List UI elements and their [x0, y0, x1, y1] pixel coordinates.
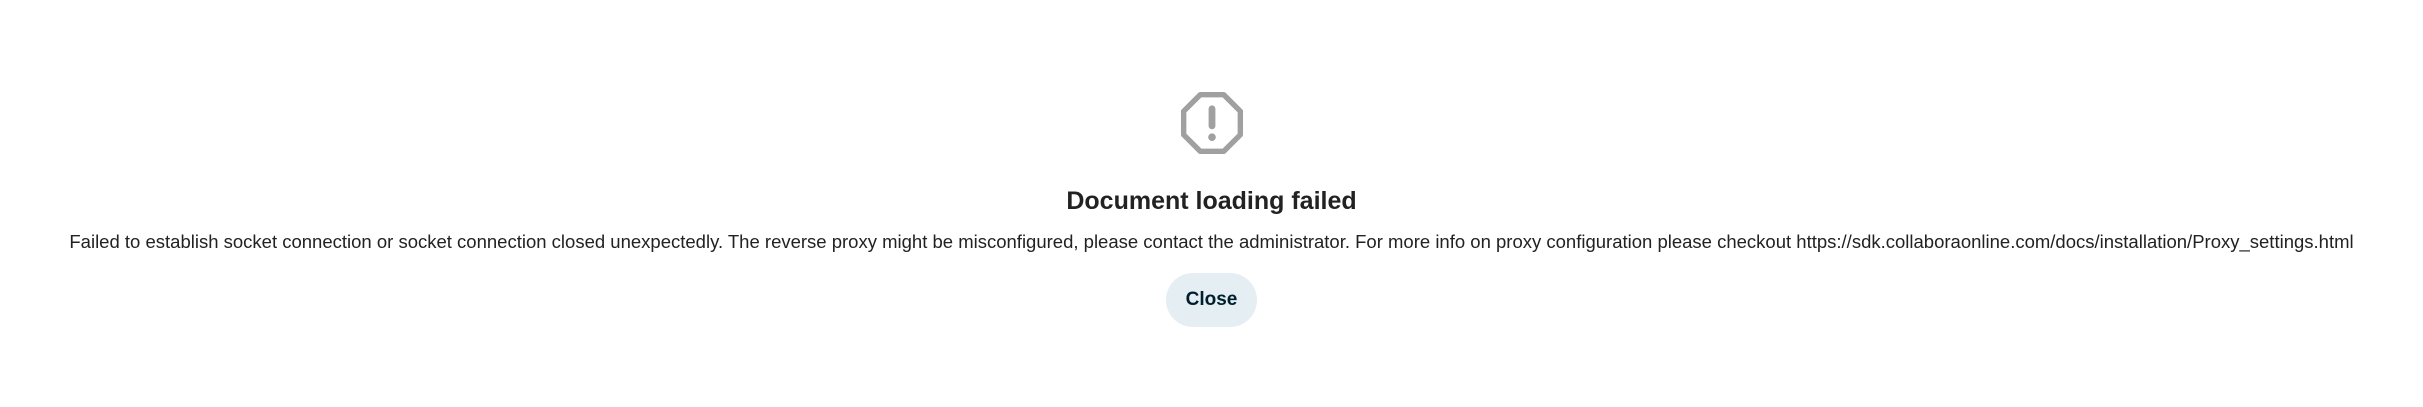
- error-panel: Document loading failed Failed to establ…: [0, 0, 2423, 407]
- error-message: Failed to establish socket connection or…: [69, 231, 2354, 252]
- alert-octagon-icon: [1178, 89, 1246, 157]
- close-button[interactable]: Close: [1165, 273, 1258, 327]
- error-title: Document loading failed: [1066, 187, 1357, 215]
